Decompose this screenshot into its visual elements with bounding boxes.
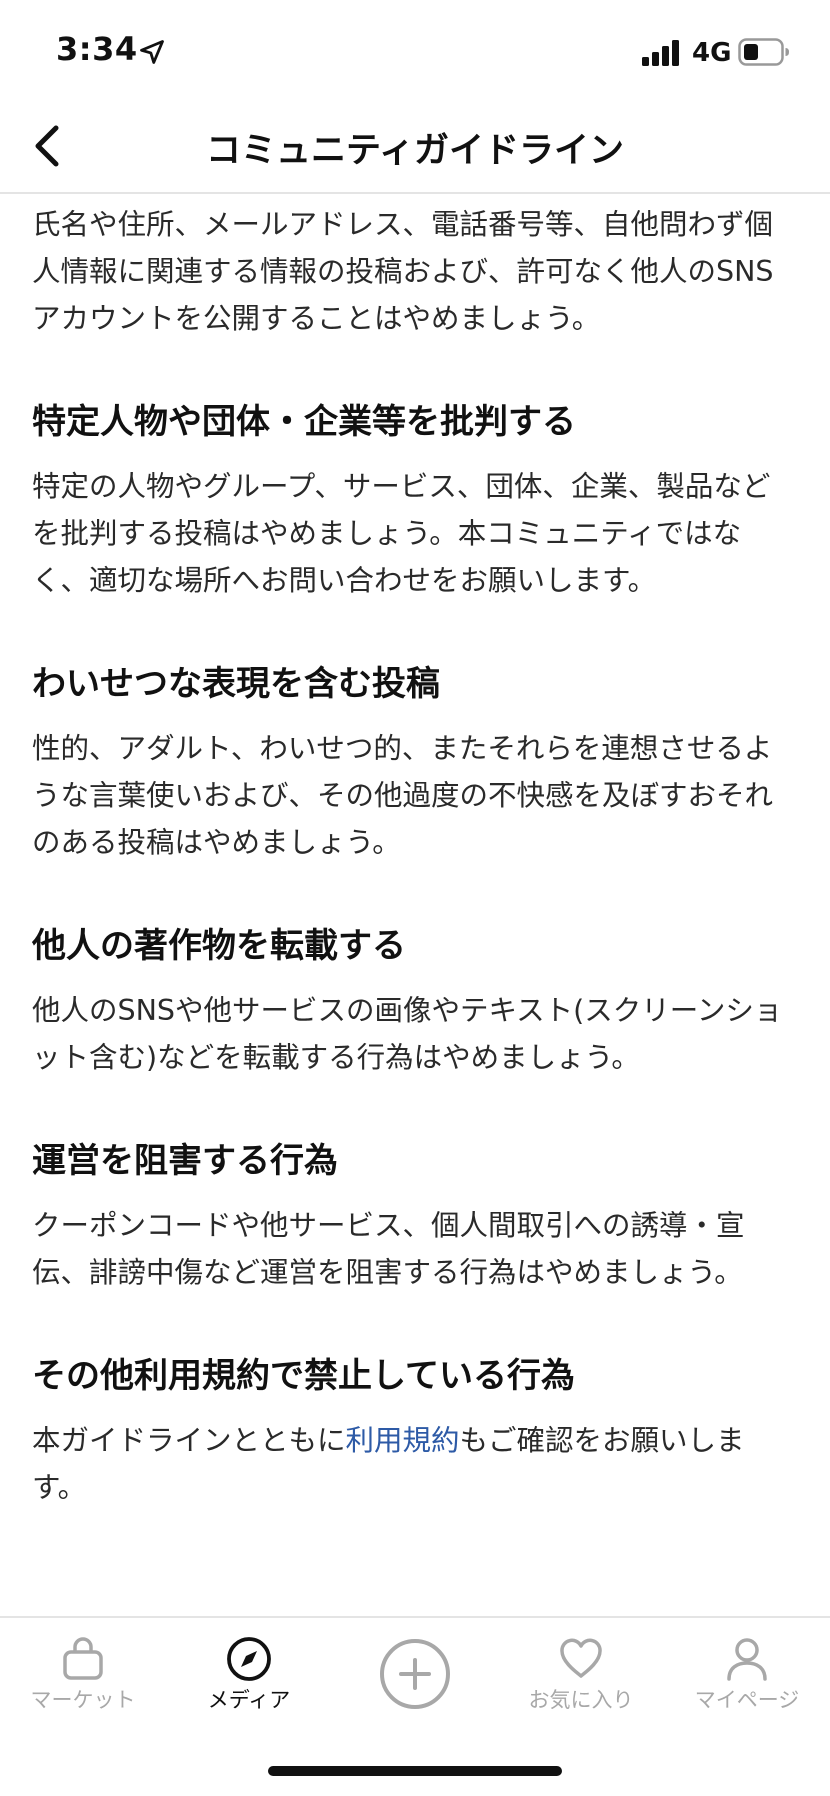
tab-label: メディア [207,1688,291,1712]
shopping-bag-icon [63,1637,103,1680]
cellular-signal-icon [642,40,679,66]
guideline-section: その他利用規約で禁止している行為 本ガイドラインとともに利用規約もご確認をお願い… [32,1353,798,1511]
guideline-section: 他人の著作物を転載する 他人のSNSや他サービスの画像やテキスト(スクリーンショ… [32,923,798,1081]
section-body: 性的、アダルト、わいせつ的、またそれらを連想させるような言葉使いおよび、その他過… [32,732,774,859]
section-body: 特定の人物やグループ、サービス、団体、企業、製品などを批判する投稿はやめましょう… [32,470,771,597]
compass-icon [227,1637,271,1681]
status-bar: 3:34 4G [0,0,830,100]
status-time: 3:34 [56,30,138,68]
tab-label: マイページ [694,1688,800,1712]
section-body: 他人のSNSや他サービスの画像やテキスト(スクリーンショット含む)などを転載する… [32,994,783,1074]
section-body: 本ガイドラインとともに利用規約もご確認をお願いします。 [32,1417,798,1511]
home-indicator [268,1766,562,1776]
section-heading: 特定人物や団体・企業等を批判する [32,402,576,442]
guideline-section: 特定人物や団体・企業等を批判する 特定の人物やグループ、サービス、団体、企業、製… [32,399,798,604]
guideline-section: わいせつな表現を含む投稿 性的、アダルト、わいせつ的、またそれらを連想させるよう… [32,661,798,866]
section-heading: 他人の著作物を転載する [32,926,406,966]
battery-icon [738,38,789,66]
terms-of-service-link[interactable]: 利用規約 [346,1424,460,1457]
add-post-button[interactable] [377,1636,453,1712]
body-text-before-link: 本ガイドラインとともに [32,1424,346,1457]
section-body: クーポンコードや他サービス、個人間取引への誘導・宣伝、誹謗中傷など運営を阻害する… [32,1209,745,1289]
tab-favorites[interactable]: お気に入り [498,1618,664,1728]
section-heading: 運営を阻害する行為 [32,1141,338,1181]
intro-paragraph: 氏名や住所、メールアドレス、電話番号等、自他問わず個人情報に関連する情報の投稿お… [32,208,774,335]
person-icon [727,1638,767,1681]
guideline-content: 氏名や住所、メールアドレス、電話番号等、自他問わず個人情報に関連する情報の投稿お… [32,196,798,1511]
section-heading: その他利用規約で禁止している行為 [32,1356,575,1396]
tab-market[interactable]: マーケット [0,1618,166,1728]
tab-label: お気に入り [528,1688,634,1712]
tab-mypage[interactable]: マイページ [664,1618,830,1728]
guideline-section: 運営を阻害する行為 クーポンコードや他サービス、個人間取引への誘導・宣伝、誹謗中… [32,1138,798,1296]
page-title: コミュニティガイドライン [206,131,624,171]
navigation-bar: コミュニティガイドライン [0,100,830,194]
location-arrow-icon [140,40,164,64]
tab-media[interactable]: メディア [166,1618,332,1728]
network-type: 4G [692,38,732,68]
heart-icon [560,1638,602,1678]
tab-label: マーケット [30,1688,136,1712]
section-heading: わいせつな表現を含む投稿 [32,664,440,704]
